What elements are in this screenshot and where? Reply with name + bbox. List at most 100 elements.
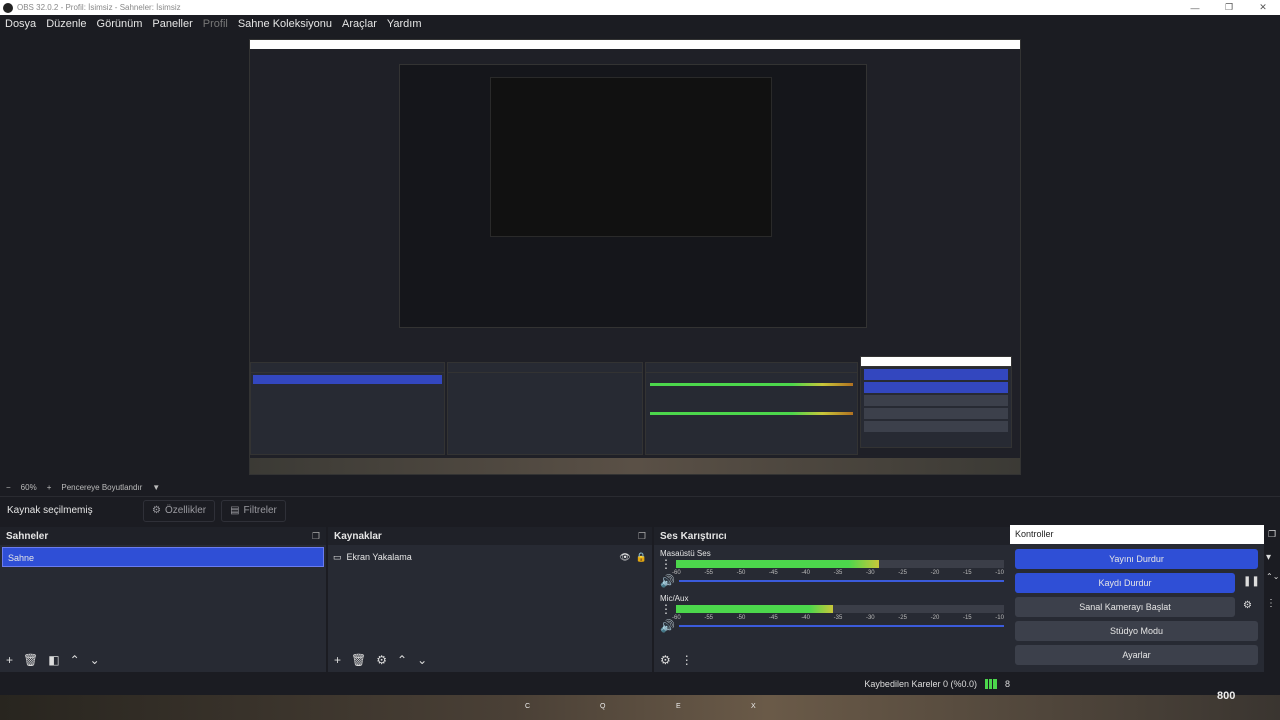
nested-mixer-dock: [645, 362, 858, 455]
bitrate-partial: 8: [1004, 679, 1010, 689]
hud-ammo: 800: [1217, 690, 1236, 702]
properties-button[interactable]: ⚙ Özellikler: [143, 499, 216, 522]
controls-title: Kontroller: [1010, 525, 1264, 544]
monitor-icon: ▭: [333, 552, 342, 562]
virtual-camera-settings-icon[interactable]: ⚙: [1243, 600, 1252, 611]
window-title: OBS 32.0.2 - Profil: İsimsiz - Sahneler:…: [17, 3, 181, 12]
menu-paneller[interactable]: Paneller: [152, 18, 192, 30]
maximize-icon[interactable]: ❐: [1212, 2, 1246, 13]
nested-capture-level3: [490, 77, 772, 237]
meter-tick-label: -10: [995, 570, 1004, 576]
speaker-icon[interactable]: 🔊: [660, 574, 675, 588]
meter-tick-label: -20: [930, 615, 940, 621]
remove-source-icon[interactable]: 🗑: [351, 653, 366, 667]
meter-tick-label: -55: [704, 570, 713, 576]
filters-button[interactable]: ▤ Filtreler: [221, 499, 286, 522]
meter-tick-label: -15: [962, 615, 972, 621]
nested-capture-level2: [399, 64, 867, 328]
pause-icon[interactable]: ❚❚: [1243, 576, 1260, 587]
sources-title: Kaynaklar: [334, 530, 382, 542]
sources-dock: Kaynaklar ❐ ▭ Ekran Yakalama 👁 🔒 + 🗑 ⚙ ⌃…: [328, 527, 652, 672]
sources-footer: + 🗑 ⚙ ⌃ ⌄: [328, 648, 652, 672]
mixer-title: Ses Karıştırıcı: [660, 530, 727, 542]
scenes-dock: Sahneler ❐ Sahne + 🗑 ◧ ⌃ ⌄: [0, 527, 326, 672]
move-down-icon[interactable]: ⌄: [417, 653, 427, 667]
virtual-camera-button[interactable]: Sanal Kamerayı Başlat: [1015, 597, 1235, 617]
move-up-icon[interactable]: ⌃: [397, 653, 407, 667]
zoom-bar: − 60% + Pencereye Boyutlandır ▼: [0, 479, 1280, 495]
stop-record-button[interactable]: Kaydı Durdur: [1015, 573, 1235, 593]
move-up-icon[interactable]: ⌃: [70, 653, 80, 667]
menu-sahne-koleksiyonu[interactable]: Sahne Koleksiyonu: [238, 18, 332, 30]
channel-menu-icon[interactable]: ⋮: [660, 557, 672, 571]
audio-mixer-dock: Ses Karıştırıcı Masaüstü Ses ⋮ -60 -55 -50…: [654, 527, 1010, 672]
filters-label: Filtreler: [243, 505, 277, 516]
add-source-icon[interactable]: +: [334, 653, 341, 667]
channel-menu-icon[interactable]: ⋮: [660, 602, 672, 616]
scene-item[interactable]: Sahne: [2, 547, 324, 567]
remove-scene-icon[interactable]: 🗑: [23, 653, 38, 667]
meter-tick-label: -45: [768, 570, 778, 576]
stop-stream-button[interactable]: Yayını Durdur: [1015, 549, 1258, 569]
menu-araclar[interactable]: Araçlar: [342, 18, 377, 30]
zoom-in-button[interactable]: +: [47, 483, 52, 492]
hud-key-q: Q: [600, 703, 606, 710]
move-down-icon[interactable]: ⌄: [90, 653, 100, 667]
float-dock-icon[interactable]: ❐: [1268, 529, 1276, 540]
menu-duzenle[interactable]: Düzenle: [46, 18, 86, 30]
volume-slider[interactable]: [678, 580, 1004, 582]
dropped-frames-label: Kaybedilen Kareler 0 (%0.0): [864, 679, 977, 689]
fit-window-label: Pencereye Boyutlandır: [61, 482, 143, 492]
speaker-icon[interactable]: 🔊: [660, 619, 675, 633]
no-source-label: Kaynak seçilmemiş: [7, 505, 93, 516]
scroll-arrows-icon[interactable]: ⌃⌄: [1266, 572, 1279, 581]
float-dock-icon[interactable]: ❐: [638, 531, 646, 542]
add-scene-icon[interactable]: +: [6, 653, 13, 667]
zoom-dropdown-icon[interactable]: ▼: [152, 483, 160, 492]
menu-dosya[interactable]: Dosya: [5, 18, 36, 30]
nested-scenes-dock: [250, 362, 445, 455]
mixer-footer: ⚙ ⋮: [654, 648, 1010, 672]
zoom-out-button[interactable]: −: [6, 483, 11, 492]
minimize-icon[interactable]: —: [1178, 3, 1212, 13]
controls-menu-icon[interactable]: ⋮: [1266, 598, 1276, 609]
close-icon[interactable]: ✕: [1246, 2, 1280, 13]
meter-tick-label: -25: [898, 615, 907, 621]
meter-tick-label: -35: [833, 570, 843, 576]
menu-profil[interactable]: Profil: [203, 18, 228, 30]
float-dock-icon[interactable]: ❐: [312, 531, 320, 542]
stream-dropdown-icon[interactable]: ▾: [1266, 552, 1271, 563]
preview-canvas[interactable]: [0, 33, 1280, 479]
scenes-header: Sahneler ❐: [0, 527, 326, 545]
mixer-channel-mic: Mic/Aux ⋮ -60 -55 -50 -45 -40 -35 -30 -25 -20 -15…: [660, 594, 1004, 633]
filter-icon: ▤: [230, 505, 240, 516]
properties-label: Özellikler: [164, 505, 207, 516]
volume-slider[interactable]: [678, 625, 1004, 627]
mixer-menu-icon[interactable]: ⋮: [681, 653, 693, 667]
studio-mode-button[interactable]: Stüdyo Modu: [1015, 621, 1258, 641]
hud-key-c: C: [525, 703, 531, 710]
meter-tick-label: -25: [898, 570, 907, 576]
menu-gorunum[interactable]: Görünüm: [97, 18, 143, 30]
source-label: Ekran Yakalama: [346, 552, 412, 562]
source-item[interactable]: ▭ Ekran Yakalama 👁 🔒: [333, 547, 647, 567]
settings-button[interactable]: Ayarlar: [1015, 645, 1258, 665]
menu-yardim[interactable]: Yardım: [387, 18, 422, 30]
scene-filters-icon[interactable]: ◧: [48, 653, 59, 667]
window-titlebar: OBS 32.0.2 - Profil: İsimsiz - Sahneler:…: [0, 0, 1280, 15]
meter-tick-label: -50: [736, 570, 746, 576]
mixer-header: Ses Karıştırıcı: [654, 527, 1010, 545]
level-meter: [676, 605, 1004, 613]
scenes-title: Sahneler: [6, 530, 49, 542]
hud-key-e: E: [676, 703, 681, 710]
signal-strength-icon: [984, 679, 997, 689]
advanced-audio-icon[interactable]: ⚙: [660, 653, 671, 667]
meter-tick-label: -40: [801, 615, 810, 621]
visibility-eye-icon[interactable]: 👁: [619, 547, 630, 567]
lock-icon[interactable]: 🔒: [636, 547, 647, 567]
source-settings-icon[interactable]: ⚙: [376, 653, 387, 667]
status-bar: Kaybedilen Kareler 0 (%0.0) 8: [0, 673, 1280, 695]
nested-game-hud: [250, 458, 1020, 474]
nested-capture-preview: [249, 39, 1021, 475]
meter-tick-label: -10: [995, 615, 1004, 621]
